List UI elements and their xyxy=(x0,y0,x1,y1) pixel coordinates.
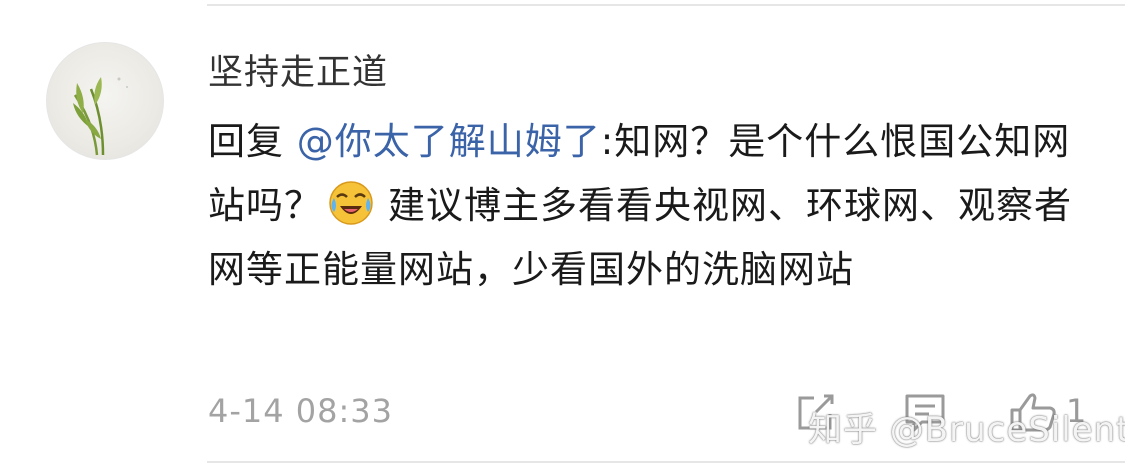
comment-screenshot: 坚持走正道 回复 @你太了解山姆了:知网？是个什么恨国公知网站吗？ 建议博主多看… xyxy=(0,0,1125,473)
timestamp: 4-14 08:33 xyxy=(208,392,394,430)
watermark: 知乎 @BruceSilent xyxy=(808,410,1125,450)
comment-text: 回复 @你太了解山姆了:知网？是个什么恨国公知网站吗？ 建议博主多看看央视网、环… xyxy=(208,110,1088,302)
top-divider xyxy=(207,4,1125,6)
reply-prefix: 回复 xyxy=(208,120,297,163)
reed-plant-icon xyxy=(73,77,128,156)
username[interactable]: 坚持走正道 xyxy=(208,44,388,95)
avatar[interactable] xyxy=(46,42,164,160)
bottom-divider xyxy=(207,461,1125,463)
crying-laughing-emoji-icon xyxy=(328,180,374,226)
mention-link[interactable]: @你太了解山姆了 xyxy=(297,120,601,163)
